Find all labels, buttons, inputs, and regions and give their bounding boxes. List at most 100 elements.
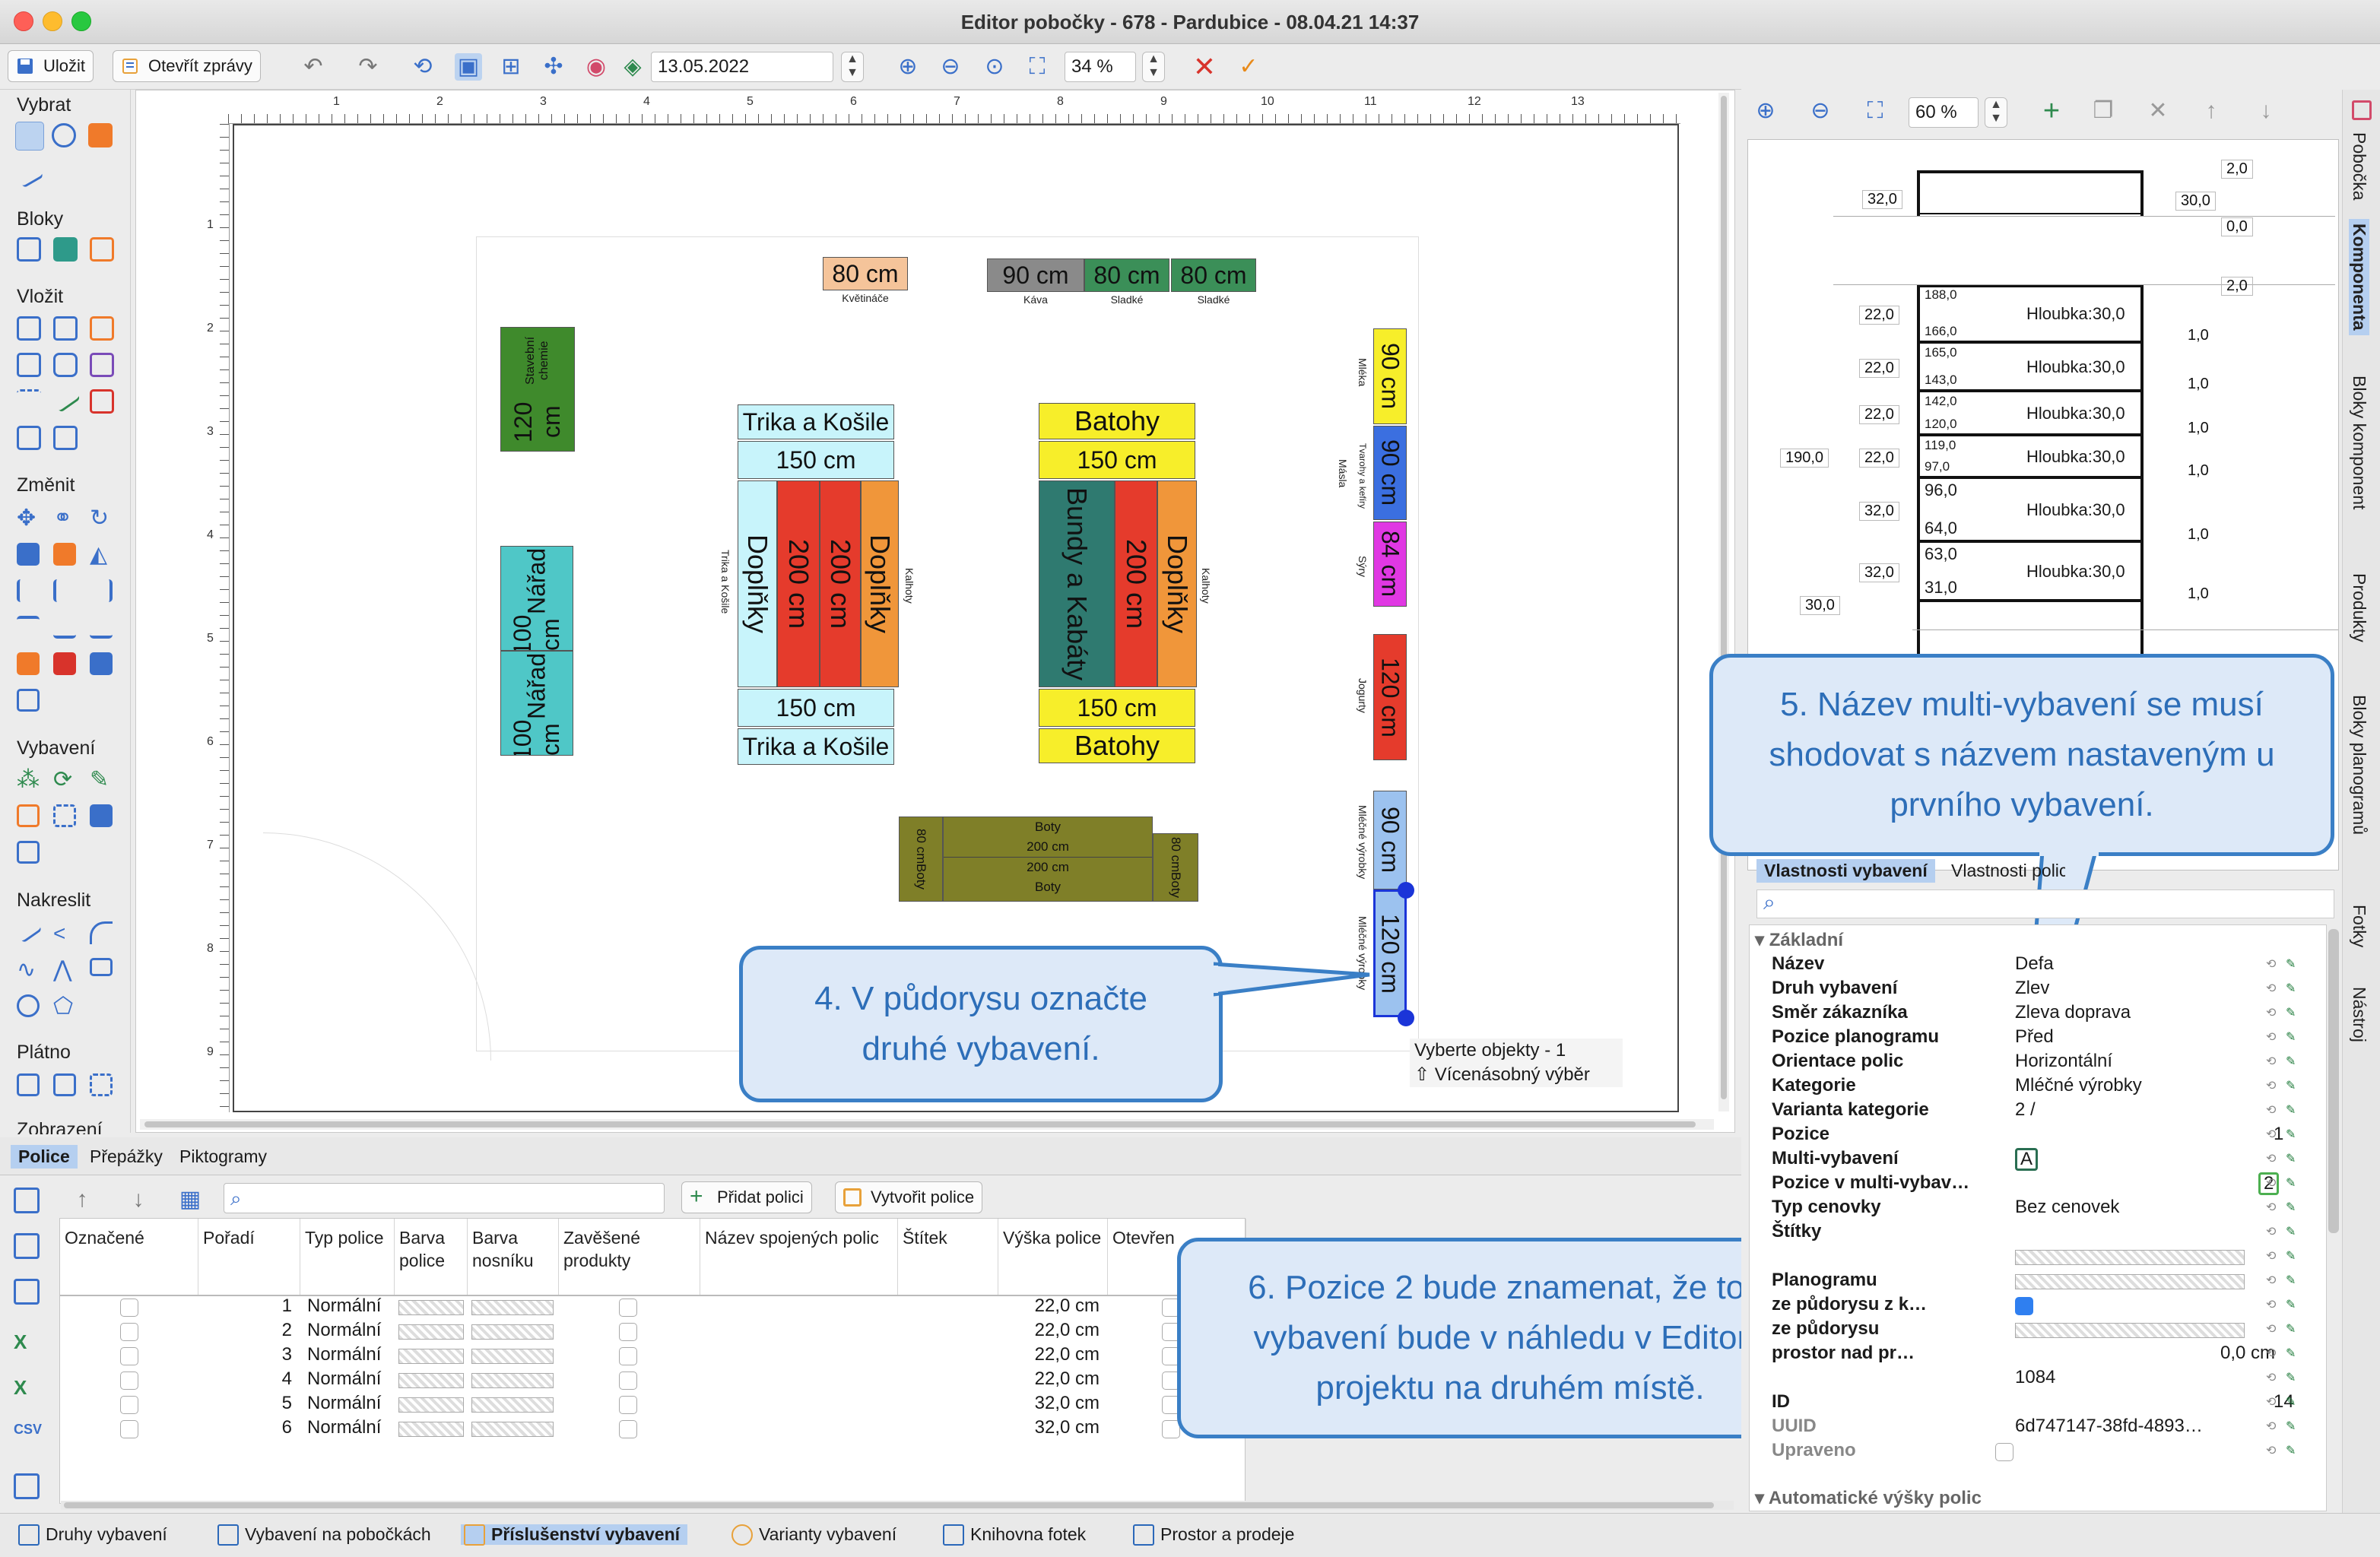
row-hanging-checkbox[interactable]	[619, 1420, 637, 1438]
prop-row[interactable]: Upraveno ⟲ ✎	[1772, 1440, 2304, 1464]
block-icon[interactable]	[17, 237, 41, 262]
row-hanging-checkbox[interactable]	[619, 1371, 637, 1390]
status-tab-prostor[interactable]: Prostor a prodeje	[1130, 1524, 1294, 1546]
fixture-right-3[interactable]: 84 cm	[1373, 522, 1407, 607]
prop-edit-icon[interactable]: ✎	[2286, 1321, 2301, 1337]
boots-fixture[interactable]: Boty 200 cm 200 cm Boty	[943, 817, 1153, 902]
prop-row[interactable]: Pozice 1 ⟲ ✎	[1772, 1124, 2304, 1148]
prop-row[interactable]: 1084 ⟲ ✎	[1772, 1367, 2304, 1391]
prop-reset-icon[interactable]: ⟲	[2266, 1151, 2281, 1166]
spread-icon[interactable]	[53, 616, 76, 639]
select-area-icon[interactable]: ▣	[455, 53, 482, 81]
props-group-basic[interactable]: ▾ Základní	[1755, 929, 1843, 951]
vtab-komponenta[interactable]: Komponenta	[2349, 219, 2369, 335]
group-icon[interactable]: ⚭	[53, 506, 82, 535]
undo-icon[interactable]: ↶	[300, 53, 327, 81]
insert-image-icon[interactable]	[17, 426, 41, 450]
point-select-icon[interactable]	[52, 123, 76, 147]
select-tool-icon[interactable]	[15, 122, 44, 151]
row-beam-color[interactable]	[471, 1422, 554, 1437]
camera-icon[interactable]: ◉	[582, 53, 610, 81]
prop-reset-icon[interactable]: ⟲	[2266, 1102, 2281, 1118]
prop-edit-icon[interactable]: ✎	[2286, 1175, 2301, 1191]
col-vyska[interactable]: Výška police	[998, 1219, 1108, 1295]
layers-icon[interactable]: ◈	[619, 53, 646, 81]
draw-line-icon[interactable]	[14, 916, 43, 943]
insert-dim-icon[interactable]	[17, 389, 41, 414]
prop-edit-icon[interactable]: ✎	[2286, 1297, 2301, 1312]
row-beam-color[interactable]	[471, 1373, 554, 1388]
preview-zoom-stepper[interactable]: ▲ ▼	[1985, 97, 2007, 128]
resize-icon[interactable]	[17, 689, 40, 712]
row-checkbox[interactable]	[120, 1323, 138, 1341]
table-hscrollbar[interactable]	[61, 1501, 1734, 1510]
prop-edit-icon[interactable]: ✎	[2286, 1005, 2301, 1020]
props-search[interactable]: ⌕	[1756, 889, 2334, 918]
status-tab-prislusenstvi[interactable]: Příslušenství vybavení	[461, 1524, 688, 1546]
insert-rack-icon[interactable]	[90, 316, 114, 341]
move-icon[interactable]: ✥	[17, 506, 46, 535]
tab-shelf-props[interactable]: Vlastnosti polic	[1944, 859, 2065, 883]
draw-zigzag-icon[interactable]: ⋀	[53, 958, 82, 987]
prop-row[interactable]: Štítky ⟲ ✎	[1772, 1221, 2304, 1245]
prop-edit-icon[interactable]: ✎	[2286, 1273, 2301, 1288]
insert-line-icon[interactable]	[50, 383, 81, 414]
preview-copy-icon[interactable]: ❐	[2090, 97, 2117, 125]
block-stack-icon[interactable]	[53, 237, 78, 262]
fixture-list-icon[interactable]	[17, 841, 40, 864]
fixture-edit-icon[interactable]: ✎	[90, 768, 119, 797]
open-reports-button[interactable]: Otevřít zprávy	[113, 50, 261, 82]
distribute-icon[interactable]	[53, 543, 76, 566]
zoom-extent-icon[interactable]: ⛶	[1023, 53, 1051, 81]
row-beam-color[interactable]	[471, 1349, 554, 1364]
col-typ[interactable]: Typ police	[300, 1219, 395, 1295]
prop-reset-icon[interactable]: ⟲	[2266, 1443, 2281, 1458]
insert-shelf-icon[interactable]	[53, 316, 78, 341]
tab-police[interactable]: Police	[11, 1145, 78, 1169]
boots-left[interactable]: 80 cm Boty	[899, 817, 943, 902]
center-b-top-size[interactable]: 150 cm	[1039, 441, 1195, 479]
row-hanging-checkbox[interactable]	[619, 1323, 637, 1341]
prop-color-swatch[interactable]	[2015, 1250, 2245, 1265]
preview-shelf[interactable]: 63,0 31,0 Hloubka:30,0	[1920, 543, 2140, 602]
align-left-icon[interactable]	[17, 543, 40, 566]
preview-zoom-in-icon[interactable]: ⊕	[1752, 97, 1779, 125]
tab-piktogramy[interactable]: Piktogramy	[172, 1145, 274, 1169]
canvas-grid-icon[interactable]	[90, 1073, 113, 1096]
prop-reset-icon[interactable]: ⟲	[2266, 1029, 2281, 1045]
excel-icon[interactable]: X	[14, 1330, 40, 1356]
row-hanging-checkbox[interactable]	[619, 1299, 637, 1317]
row-checkbox[interactable]	[120, 1420, 138, 1438]
center-b-bottom-label[interactable]: Batohy	[1039, 728, 1195, 763]
fixture-top-1[interactable]: 80 cm	[823, 257, 908, 290]
center-b-top-label[interactable]: Batohy	[1039, 403, 1195, 439]
fixture-right-2[interactable]: 90 cm	[1373, 426, 1407, 520]
prop-edit-icon[interactable]: ✎	[2286, 1394, 2301, 1410]
zoom-out-icon[interactable]: ⊖	[937, 53, 964, 81]
zoom-field[interactable]: 34 %	[1065, 52, 1136, 82]
prop-edit-icon[interactable]: ✎	[2286, 1419, 2301, 1434]
center-b-col-1[interactable]: Bundy a Kabáty	[1039, 480, 1115, 687]
prop-edit-icon[interactable]: ✎	[2286, 1151, 2301, 1166]
row-checkbox[interactable]	[120, 1347, 138, 1365]
center-a-bottom-label[interactable]: Trika a Košile	[738, 728, 894, 765]
table-row[interactable]: 4 Normální 22,0 cm	[59, 1368, 1246, 1393]
preview-shelf[interactable]: 188,0 166,0 Hloubka:30,0	[1920, 286, 2140, 344]
prop-row[interactable]: ID 14 ⟲ ✎	[1772, 1391, 2304, 1416]
prop-row[interactable]: Orientace polic Horizontální ⟲ ✎	[1772, 1051, 2304, 1075]
center-a-col-1[interactable]: Doplňky	[738, 480, 777, 687]
center-b-bottom-size[interactable]: 150 cm	[1039, 689, 1195, 727]
prop-row[interactable]: ze půdorysu z k… ⟲ ✎	[1772, 1294, 2304, 1318]
layer-select-icon[interactable]	[88, 123, 113, 147]
prop-edit-icon[interactable]: ✎	[2286, 1346, 2301, 1361]
row-shelf-color[interactable]	[398, 1300, 464, 1315]
prop-reset-icon[interactable]: ⟲	[2266, 1419, 2281, 1434]
prop-color-swatch[interactable]	[2015, 1274, 2245, 1289]
prop-checkbox[interactable]	[2015, 1297, 2033, 1315]
preview-zoom-field[interactable]: 60 %	[1909, 97, 1979, 128]
chart-icon[interactable]	[14, 1473, 40, 1499]
prop-reset-icon[interactable]: ⟲	[2266, 1273, 2281, 1288]
insert-text-icon[interactable]	[17, 353, 41, 377]
split-icon[interactable]	[90, 652, 113, 675]
copy-icon[interactable]	[14, 1233, 40, 1259]
